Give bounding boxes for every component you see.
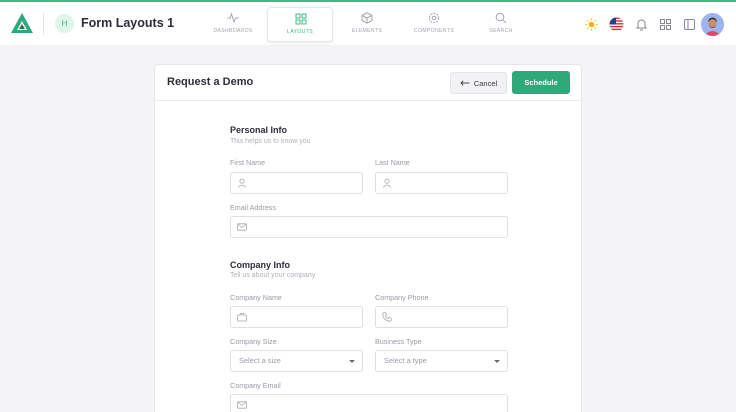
user-photo-icon (701, 13, 724, 36)
sun-icon[interactable] (585, 18, 598, 31)
company-email-input[interactable] (230, 394, 508, 412)
nav-layouts-label: LAYOUTS (287, 29, 313, 35)
business-type-placeholder: Select a type (384, 356, 427, 365)
nav-components-label: COMPONENTS (413, 28, 455, 34)
search-icon (495, 12, 507, 24)
page-avatar: H (55, 14, 74, 33)
schedule-button-label: Schedule (524, 78, 558, 87)
bell-icon[interactable] (635, 18, 648, 31)
company-size-label: Company Size (230, 337, 277, 346)
company-info-subtitle: Tell us about your company (230, 272, 316, 279)
box-icon (361, 12, 373, 24)
last-name-input[interactable] (375, 172, 508, 194)
nav-dashboards-label: DASHBOARDS (213, 28, 253, 34)
cancel-button-label: Cancel (473, 78, 498, 88)
company-size-select[interactable]: Select a size (230, 350, 363, 372)
cancel-button[interactable]: Cancel (450, 72, 507, 94)
nav-layouts[interactable]: LAYOUTS (267, 7, 333, 42)
nav-search-label: SEARCH (489, 28, 513, 34)
top-navbar: H Form Layouts 1 DASHBOARDS LAYOUTS ELEM… (0, 0, 736, 45)
last-name-label: Last Name (375, 158, 410, 167)
phone-icon (382, 312, 392, 322)
schedule-button[interactable]: Schedule (512, 71, 570, 94)
grid-icon (295, 13, 307, 25)
first-name-input[interactable] (230, 172, 363, 194)
personal-info-title: Personal Info (230, 125, 288, 135)
nav-search[interactable]: SEARCH (468, 7, 534, 42)
us-flag-icon[interactable] (609, 17, 624, 32)
business-type-select[interactable]: Select a type (375, 350, 508, 372)
company-name-label: Company Name (230, 293, 282, 302)
chevron-down-icon (349, 360, 355, 363)
chevron-down-icon (494, 360, 500, 363)
header-divider (43, 13, 44, 35)
page-title: Form Layouts 1 (81, 16, 175, 30)
nav-elements-label: ELEMENTS (351, 28, 383, 34)
mail-icon (237, 401, 247, 409)
nav-dashboards[interactable]: DASHBOARDS (200, 7, 266, 42)
user-avatar[interactable] (701, 13, 724, 36)
user-icon (237, 178, 247, 188)
apps-grid-icon[interactable] (659, 18, 672, 31)
company-name-input[interactable] (230, 306, 363, 328)
activity-icon (227, 12, 239, 24)
card-title: Request a Demo (167, 76, 254, 88)
email-address-label: Email Address (230, 203, 276, 212)
company-size-placeholder: Select a size (239, 356, 281, 365)
request-demo-card: Request a Demo Cancel Schedule Personal … (154, 64, 582, 412)
sidebar-panel-icon[interactable] (683, 18, 696, 31)
company-phone-input[interactable] (375, 306, 508, 328)
company-info-title: Company Info (230, 260, 290, 270)
mail-icon (237, 223, 247, 231)
first-name-label: First Name (230, 158, 266, 167)
email-address-input[interactable] (230, 216, 508, 238)
business-type-label: Business Type (375, 337, 422, 346)
briefcase-icon (237, 313, 247, 322)
card-header: Request a Demo Cancel Schedule (155, 65, 581, 101)
user-icon (382, 178, 392, 188)
nav-elements[interactable]: ELEMENTS (334, 7, 400, 42)
settings-icon (428, 12, 440, 24)
company-email-label: Company Email (230, 381, 281, 390)
nav-components[interactable]: COMPONENTS (401, 7, 467, 42)
app-logo-icon[interactable] (11, 13, 33, 33)
personal-info-subtitle: This helps us to know you (230, 138, 311, 145)
company-phone-label: Company Phone (375, 293, 429, 302)
main-nav: DASHBOARDS LAYOUTS ELEMENTS COMPONENTS S… (200, 7, 535, 42)
arrow-left-icon (460, 80, 470, 86)
